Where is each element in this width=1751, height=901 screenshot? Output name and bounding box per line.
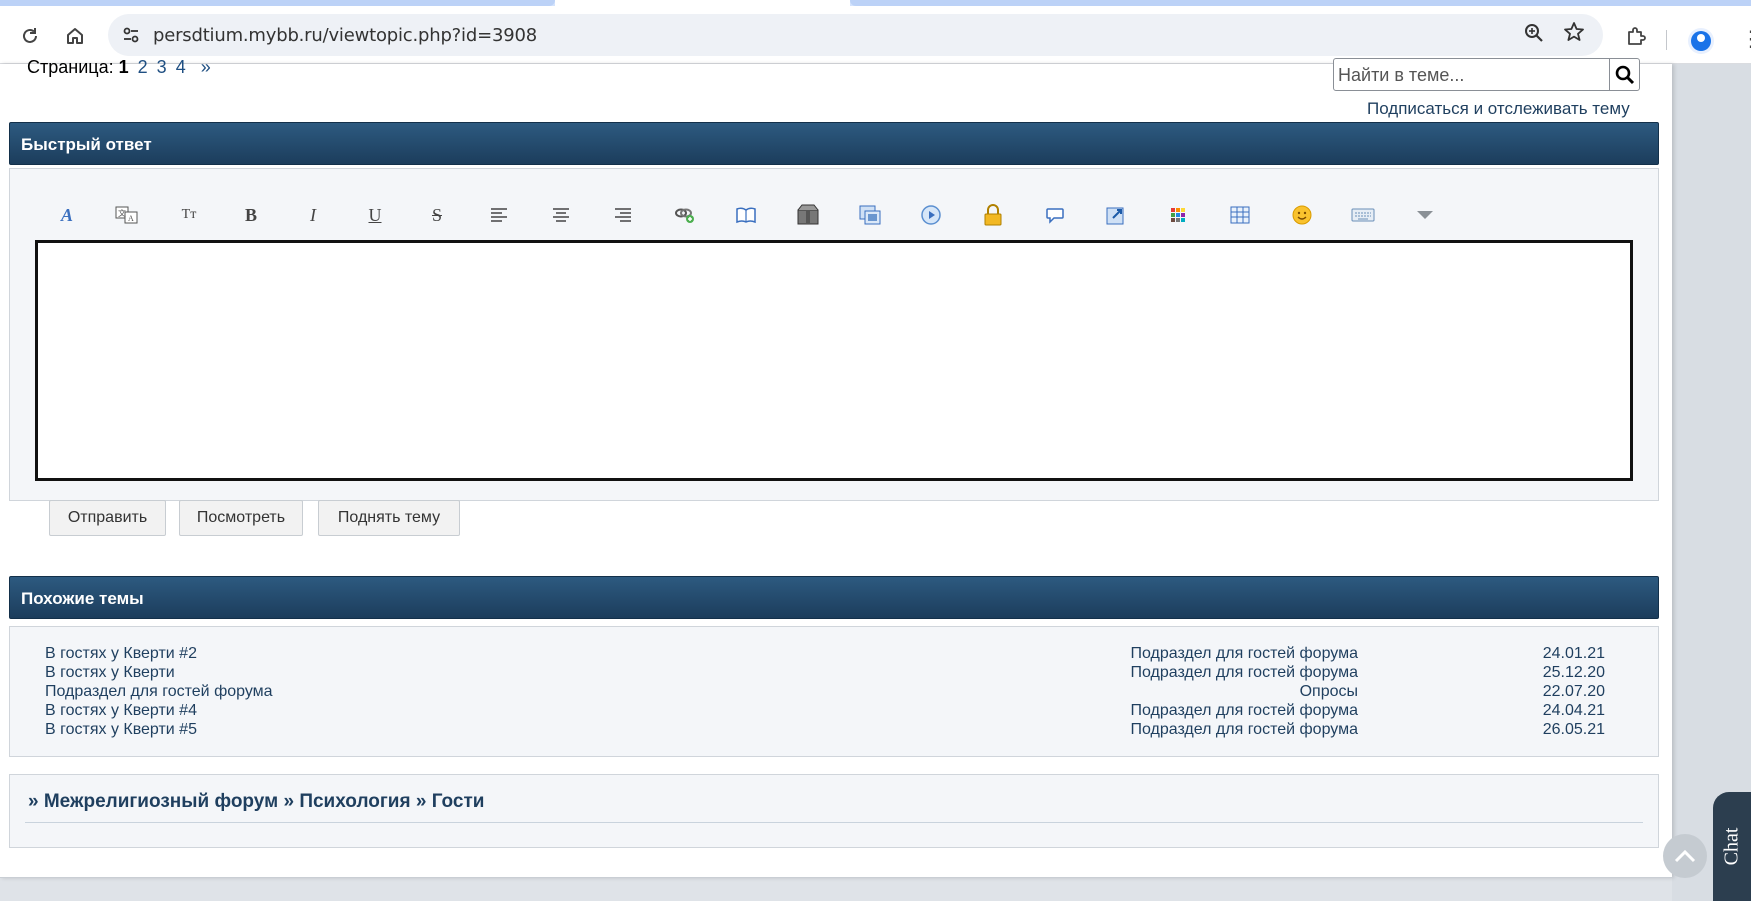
bookmark-star-icon[interactable] [1563, 21, 1585, 49]
similar-topic-link[interactable]: В гостях у Кверти #4 [45, 702, 197, 720]
more-dropdown-icon[interactable] [1410, 200, 1440, 230]
similar-topic-link[interactable]: Подраздел для гостей форума [45, 683, 273, 701]
similar-forum-link[interactable]: Подраздел для гостей форума [1130, 645, 1358, 663]
align-center-icon[interactable] [546, 200, 576, 230]
url-text[interactable]: persdtium.mybb.ru/viewtopic.php?id=3908 [153, 25, 537, 46]
topic-search-input[interactable] [1338, 63, 1600, 87]
translate-icon[interactable]: 文A [112, 200, 142, 230]
breadcrumb-link[interactable]: Психология [299, 791, 410, 812]
menu-icon[interactable]: ⋮ [1740, 26, 1751, 52]
list-item: В гостях у Кверти #5 Подраздел для госте… [45, 721, 1605, 740]
font-color-icon[interactable]: A [52, 200, 82, 230]
similar-forum-link[interactable]: Подраздел для гостей форума [1130, 721, 1358, 739]
table-icon[interactable] [1225, 200, 1255, 230]
similar-forum-link[interactable]: Опросы [1300, 683, 1358, 701]
similar-date: 26.05.21 [1542, 721, 1605, 738]
similar-topic-link[interactable]: В гостях у Кверти #2 [45, 645, 197, 663]
video-icon[interactable] [916, 200, 946, 230]
underline-icon[interactable]: U [360, 200, 390, 230]
color-grid-icon[interactable] [1163, 200, 1193, 230]
align-right-icon[interactable] [608, 200, 638, 230]
divider [25, 822, 1643, 823]
keyboard-icon[interactable] [1348, 200, 1378, 230]
pagination-label: Страница: [27, 57, 114, 77]
list-item: Подраздел для гостей форума Опросы 22.07… [45, 683, 1605, 702]
pagination-link[interactable]: 3 [157, 57, 167, 77]
site-settings-icon[interactable] [120, 24, 142, 46]
list-item: В гостях у Кверти #4 Подраздел для госте… [45, 702, 1605, 721]
link-icon[interactable] [670, 200, 700, 230]
submit-button[interactable]: Отправить [49, 500, 166, 536]
search-button[interactable] [1609, 59, 1640, 90]
bold-icon[interactable]: B [236, 200, 266, 230]
reply-textarea[interactable] [35, 240, 1633, 481]
similar-topic-link[interactable]: В гостях у Кверти [45, 664, 175, 682]
similar-date: 24.01.21 [1542, 645, 1605, 662]
align-left-icon[interactable] [484, 200, 514, 230]
profile-icon[interactable] [1688, 28, 1714, 54]
page-side-background [1672, 64, 1751, 901]
extensions-icon[interactable] [1620, 20, 1652, 52]
chevron-up-icon [1674, 849, 1696, 863]
similar-date: 24.04.21 [1542, 702, 1605, 719]
pagination-next[interactable]: » [201, 57, 211, 77]
font-size-icon[interactable]: Tт [174, 200, 204, 230]
svg-text:A: A [128, 214, 134, 223]
pagination-link[interactable]: 2 [138, 57, 148, 77]
address-bar[interactable]: persdtium.mybb.ru/viewtopic.php?id=3908 [108, 14, 1603, 56]
similar-date: 22.07.20 [1542, 683, 1605, 700]
browser-toolbar: persdtium.mybb.ru/viewtopic.php?id=3908 … [0, 6, 1751, 64]
breadcrumb-separator: » [28, 791, 39, 812]
home-icon[interactable] [59, 20, 91, 52]
italic-icon[interactable]: I [298, 200, 328, 230]
editor-toolbar: A 文A Tт B I U S [34, 200, 1634, 230]
pagination: Страница: 1 2 3 4 » [27, 57, 211, 78]
chat-label: Chat [1720, 827, 1743, 866]
code-icon[interactable] [1101, 200, 1131, 230]
similar-topics-header: Похожие темы [9, 576, 1659, 619]
similar-topic-link[interactable]: В гостях у Кверти #5 [45, 721, 197, 739]
breadcrumb: » Межрелигиозный форум » Психология » Го… [28, 791, 484, 813]
breadcrumb-current: Гости [431, 791, 485, 812]
breadcrumb-separator: » [283, 791, 295, 812]
preview-button[interactable]: Посмотреть [179, 500, 303, 536]
image-icon[interactable] [855, 200, 885, 230]
topic-search [1333, 58, 1640, 91]
quick-reply-header: Быстрый ответ [9, 122, 1659, 165]
box-icon[interactable] [793, 200, 823, 230]
breadcrumb-separator: » [415, 791, 427, 812]
pagination-link[interactable]: 4 [176, 57, 186, 77]
scroll-to-top-button[interactable] [1663, 834, 1707, 878]
toolbar-divider [1666, 30, 1667, 50]
quote-bubble-icon[interactable] [1040, 200, 1070, 230]
reload-icon[interactable] [14, 20, 46, 52]
lock-icon[interactable] [978, 200, 1008, 230]
similar-date: 25.12.20 [1542, 664, 1605, 681]
chat-tab[interactable]: Chat [1713, 792, 1751, 901]
search-icon [1615, 65, 1635, 84]
bump-topic-button[interactable]: Поднять тему [318, 500, 460, 536]
smiley-icon[interactable] [1287, 200, 1317, 230]
similar-forum-link[interactable]: Подраздел для гостей форума [1130, 664, 1358, 682]
list-item: В гостях у Кверти Подраздел для гостей ф… [45, 664, 1605, 683]
subscribe-link[interactable]: Подписаться и отслеживать тему [1367, 99, 1630, 119]
book-icon[interactable] [731, 200, 761, 230]
pagination-current: 1 [118, 57, 129, 77]
breadcrumb-link[interactable]: Межрелигиозный форум [44, 791, 278, 812]
list-item: В гостях у Кверти #2 Подраздел для госте… [45, 645, 1605, 664]
zoom-icon[interactable] [1523, 22, 1545, 50]
svg-text:文: 文 [118, 208, 126, 218]
similar-forum-link[interactable]: Подраздел для гостей форума [1130, 702, 1358, 720]
strikethrough-icon[interactable]: S [422, 200, 452, 230]
